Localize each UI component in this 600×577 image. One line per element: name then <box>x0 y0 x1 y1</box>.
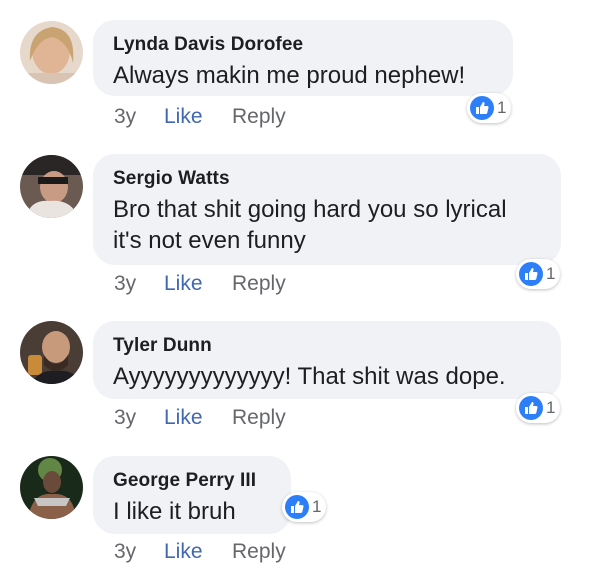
reply-link[interactable]: Reply <box>232 272 286 296</box>
comment-timestamp[interactable]: 3y <box>114 105 136 129</box>
comment-timestamp[interactable]: 3y <box>114 272 136 296</box>
reaction-count: 1 <box>497 98 507 117</box>
comment-author[interactable]: George Perry III <box>113 469 271 493</box>
like-link[interactable]: Like <box>164 540 203 564</box>
reaction-count-badge[interactable]: 1 <box>282 492 327 522</box>
reaction-count-badge[interactable]: 1 <box>516 393 561 423</box>
reaction-count: 1 <box>546 398 556 417</box>
reaction-count-badge[interactable]: 1 <box>467 93 512 123</box>
comment-author[interactable]: Tyler Dunn <box>113 334 541 358</box>
comment-bubble: George Perry III I like it bruh <box>93 456 291 534</box>
reply-link[interactable]: Reply <box>232 406 286 430</box>
avatar[interactable] <box>20 21 83 84</box>
comment-text: Bro that shit going hard you so lyrical … <box>113 196 507 254</box>
like-thumb-icon <box>285 495 309 519</box>
reaction-count: 1 <box>546 264 556 283</box>
comment-text: Ayyyyyyyyyyyyy! That shit was dope. <box>113 363 506 390</box>
comment-text: I like it bruh <box>113 498 236 525</box>
reaction-count: 1 <box>312 497 322 516</box>
reply-link[interactable]: Reply <box>232 105 286 129</box>
like-link[interactable]: Like <box>164 406 203 430</box>
comment-bubble: Tyler Dunn Ayyyyyyyyyyyyy! That shit was… <box>93 321 561 399</box>
like-thumb-icon <box>519 396 543 420</box>
comment-bubble: Lynda Davis Dorofee Always makin me prou… <box>93 20 513 96</box>
reply-link[interactable]: Reply <box>232 540 286 564</box>
like-thumb-icon <box>519 262 543 286</box>
comment-author[interactable]: Lynda Davis Dorofee <box>113 33 493 57</box>
comment-timestamp[interactable]: 3y <box>114 540 136 564</box>
reaction-count-badge[interactable]: 1 <box>516 259 561 289</box>
like-link[interactable]: Like <box>164 105 203 129</box>
avatar[interactable] <box>20 456 83 519</box>
like-thumb-icon <box>470 96 494 120</box>
comment-timestamp[interactable]: 3y <box>114 406 136 430</box>
comment-bubble: Sergio Watts Bro that shit going hard yo… <box>93 154 561 265</box>
comment-text: Always makin me proud nephew! <box>113 62 466 89</box>
comment-author[interactable]: Sergio Watts <box>113 167 541 191</box>
avatar[interactable] <box>20 321 83 384</box>
like-link[interactable]: Like <box>164 272 203 296</box>
avatar[interactable] <box>20 155 83 218</box>
